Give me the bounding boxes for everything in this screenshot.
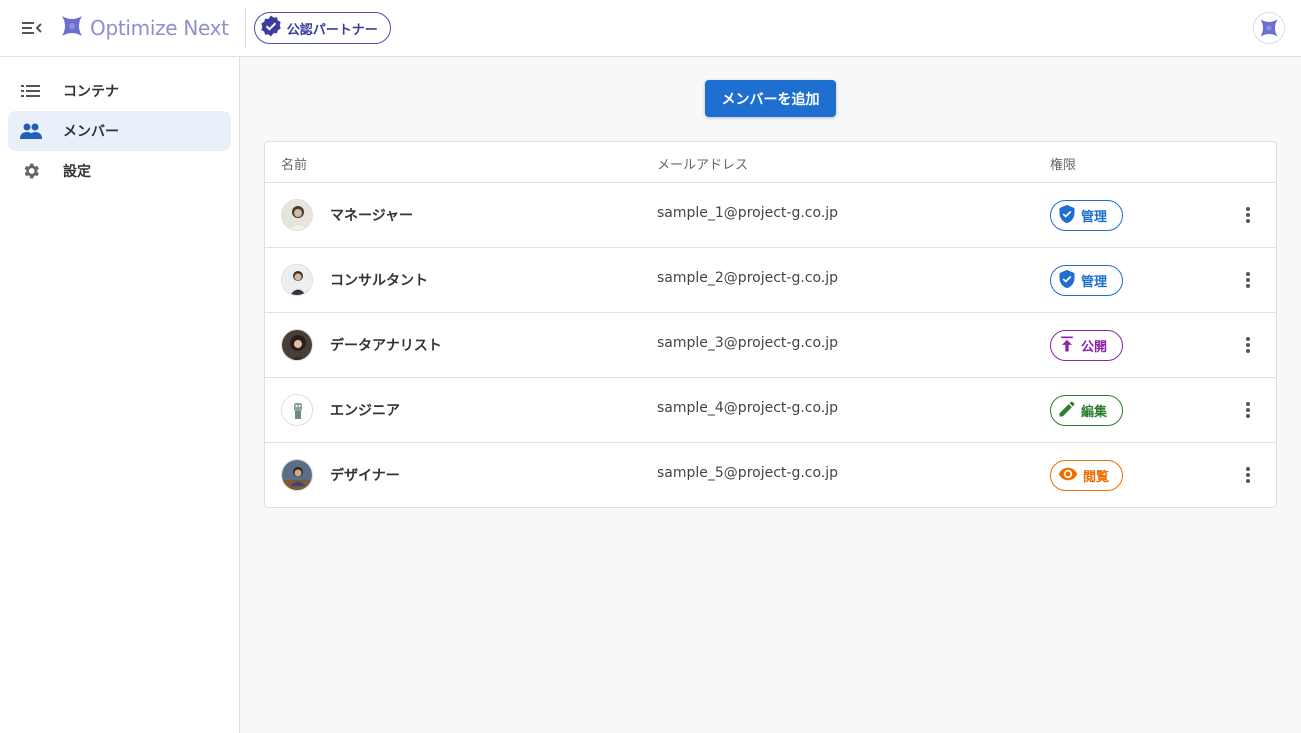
avatar: [281, 394, 313, 426]
sidebar-item-label: メンバー: [63, 124, 119, 140]
gear-icon: [20, 160, 42, 182]
role-label: 編集: [1081, 405, 1108, 420]
pencil-icon: [1057, 399, 1077, 423]
avatar: [281, 459, 313, 491]
sidebar-item-label: 設定: [63, 164, 91, 180]
members-table: 名前 メールアドレス 権限 マネージャー sample_1@project-g.…: [264, 141, 1277, 508]
member-email: sample_5@project-g.co.jp: [657, 465, 839, 481]
verified-badge-icon: [259, 14, 283, 42]
member-name: マネージャー: [330, 208, 414, 224]
member-email: sample_2@project-g.co.jp: [657, 270, 839, 286]
role-badge[interactable]: 閲覧: [1050, 460, 1123, 491]
member-email: sample_1@project-g.co.jp: [657, 205, 839, 221]
sidebar: コンテナ メンバー 設定: [0, 57, 240, 733]
role-label: 閲覧: [1083, 470, 1110, 485]
user-avatar[interactable]: [1253, 12, 1285, 44]
list-icon: [20, 80, 42, 102]
member-email: sample_3@project-g.co.jp: [657, 335, 839, 351]
sidebar-item-members[interactable]: メンバー: [8, 111, 231, 151]
partner-badge-label: 公認パートナー: [286, 22, 378, 38]
avatar: [281, 264, 313, 296]
table-row[interactable]: エンジニア sample_4@project-g.co.jp 編集: [265, 378, 1276, 443]
app-header: Optimize Next 公認パートナー: [0, 0, 1301, 57]
more-vert-icon[interactable]: [1236, 268, 1260, 292]
eye-icon: [1057, 464, 1079, 488]
avatar: [281, 199, 313, 231]
publish-icon: [1057, 334, 1077, 358]
menu-collapse-icon[interactable]: [20, 16, 44, 40]
member-name: デザイナー: [330, 468, 400, 484]
member-name: データアナリスト: [330, 338, 442, 354]
role-badge[interactable]: 公開: [1050, 330, 1123, 361]
people-icon: [20, 120, 42, 142]
role-label: 管理: [1081, 210, 1108, 225]
avatar: [281, 329, 313, 361]
sidebar-item-containers[interactable]: コンテナ: [8, 71, 231, 111]
partner-badge: 公認パートナー: [253, 12, 391, 44]
more-vert-icon[interactable]: [1236, 203, 1260, 227]
table-header: 名前 メールアドレス 権限: [265, 142, 1276, 183]
role-badge[interactable]: 編集: [1050, 395, 1123, 426]
role-badge[interactable]: 管理: [1050, 265, 1123, 296]
column-header-role[interactable]: 権限: [1050, 154, 1076, 173]
sidebar-item-label: コンテナ: [63, 84, 119, 100]
app-logo[interactable]: Optimize Next: [58, 12, 229, 44]
sidebar-item-settings[interactable]: 設定: [8, 151, 231, 191]
table-row[interactable]: データアナリスト sample_3@project-g.co.jp 公開: [265, 313, 1276, 378]
shield-check-icon: [1057, 204, 1077, 228]
logo-mark-icon: [58, 12, 86, 44]
role-badge[interactable]: 管理: [1050, 200, 1123, 231]
add-member-button[interactable]: メンバーを追加: [705, 80, 836, 117]
header-divider: [244, 7, 246, 49]
member-name: コンサルタント: [330, 273, 428, 289]
member-name: エンジニア: [330, 403, 400, 419]
more-vert-icon[interactable]: [1236, 333, 1260, 357]
role-label: 管理: [1081, 275, 1108, 290]
shield-check-icon: [1057, 269, 1077, 293]
more-vert-icon[interactable]: [1236, 463, 1260, 487]
column-header-email[interactable]: メールアドレス: [657, 154, 748, 173]
column-header-name[interactable]: 名前: [281, 154, 307, 173]
more-vert-icon[interactable]: [1236, 398, 1260, 422]
table-row[interactable]: マネージャー sample_1@project-g.co.jp 管理: [265, 183, 1276, 248]
role-label: 公開: [1081, 340, 1108, 355]
table-row[interactable]: コンサルタント sample_2@project-g.co.jp 管理: [265, 248, 1276, 313]
logo-text: Optimize Next: [90, 16, 229, 40]
table-row[interactable]: デザイナー sample_5@project-g.co.jp 閲覧: [265, 443, 1276, 508]
member-email: sample_4@project-g.co.jp: [657, 400, 839, 416]
